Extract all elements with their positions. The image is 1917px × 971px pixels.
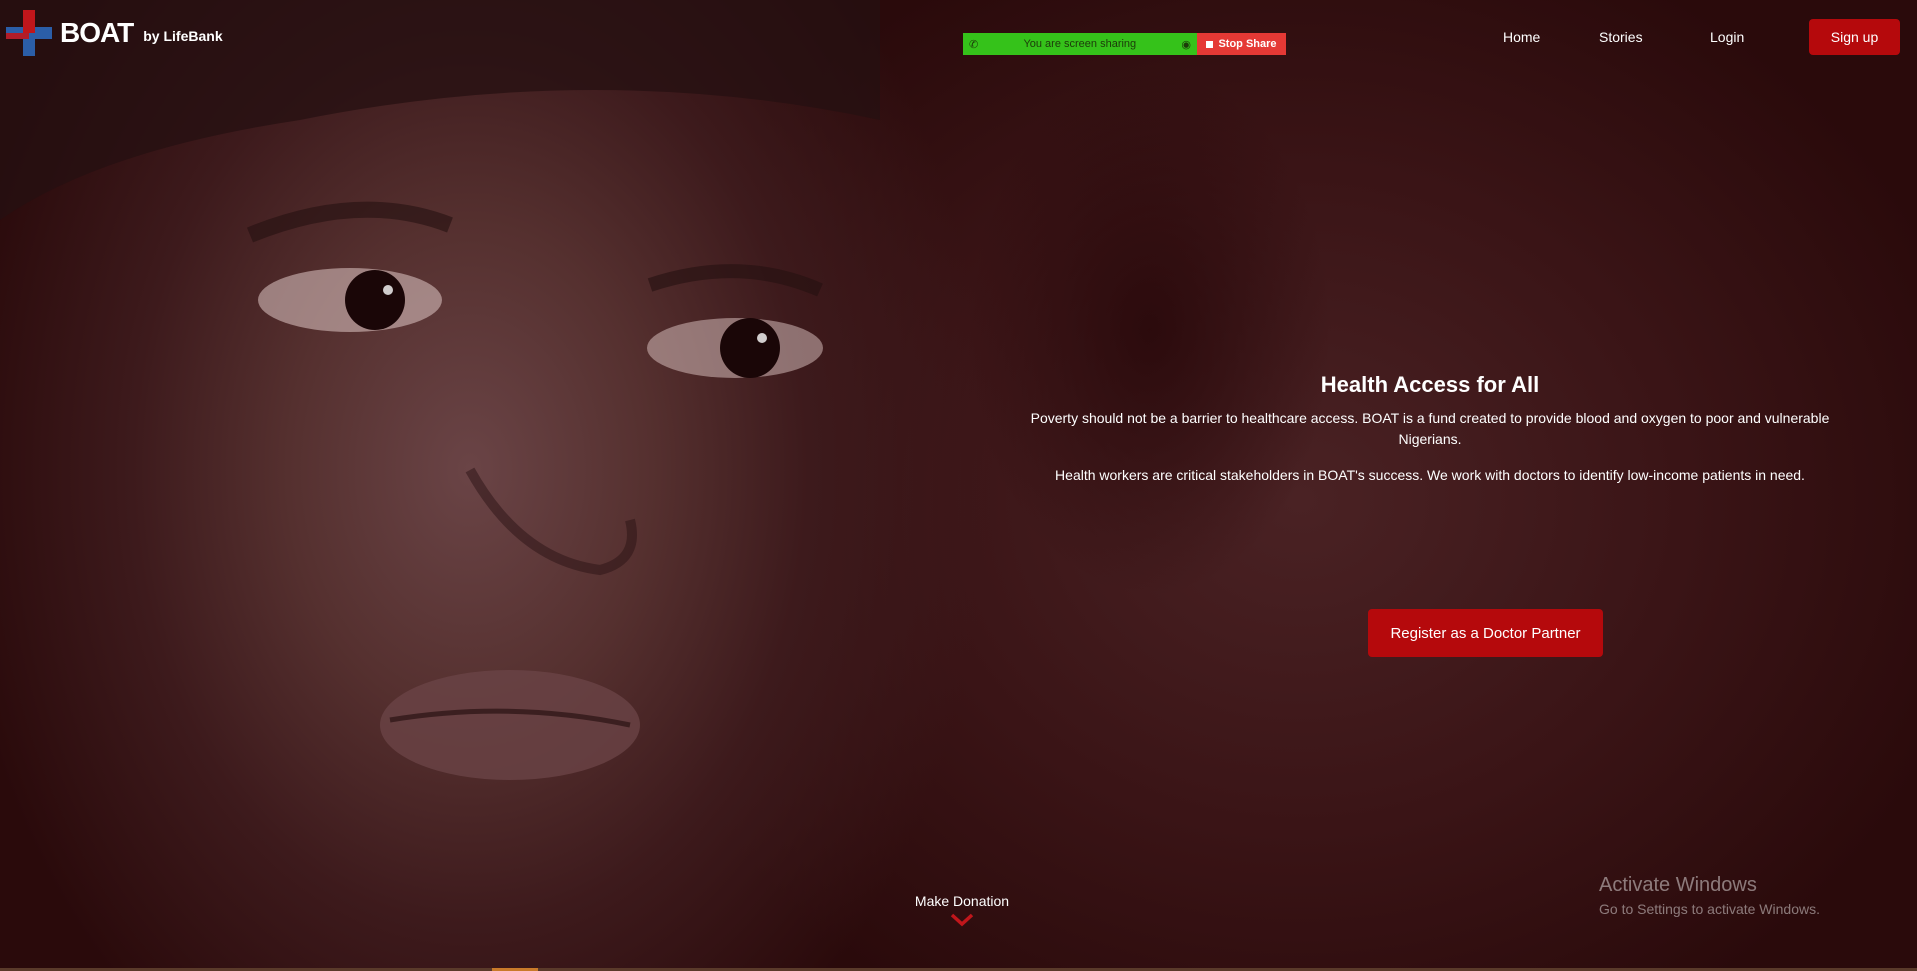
brand-logo[interactable]: BOAT by LifeBank [4,8,223,58]
hero-paragraph-1: Poverty should not be a barrier to healt… [1030,410,1830,447]
hero-title: Health Access for All [1320,372,1540,397]
nav-stories-link[interactable]: Stories [1599,29,1643,45]
register-doctor-partner-button[interactable]: Register as a Doctor Partner [1368,609,1603,657]
phone-icon: ✆ [969,38,979,51]
screen-share-status: ✆ You are screen sharing ◉ [963,33,1197,55]
screen-share-bar: ✆ You are screen sharing ◉ Stop Share [963,33,1286,55]
windows-activation-subtitle: Go to Settings to activate Windows. [1599,901,1820,917]
signup-button[interactable]: Sign up [1809,19,1900,55]
hero-paragraph-2: Health workers are critical stakeholders… [1055,467,1805,483]
child-face-image [0,0,880,780]
brand-byline: by LifeBank [143,28,223,44]
hero-content: Health Access for All Poverty should not… [1020,372,1840,501]
nav-home-link[interactable]: Home [1503,29,1540,45]
shield-icon: ◉ [1181,38,1191,51]
stop-share-label: Stop Share [1218,38,1277,50]
chevron-down-icon [950,913,974,927]
stop-share-button[interactable]: Stop Share [1197,33,1286,55]
brand-name: BOAT [60,17,134,48]
screen-share-status-text: You are screen sharing [1023,38,1137,50]
make-donation-link[interactable]: Make Donation [912,893,1012,927]
make-donation-label: Make Donation [914,893,1010,909]
cross-logo-icon [6,10,52,56]
windows-activation-watermark: Activate Windows Go to Settings to activ… [1599,874,1820,917]
windows-activation-title: Activate Windows [1599,874,1757,896]
nav-login-link[interactable]: Login [1710,29,1744,45]
stop-icon [1206,40,1214,48]
